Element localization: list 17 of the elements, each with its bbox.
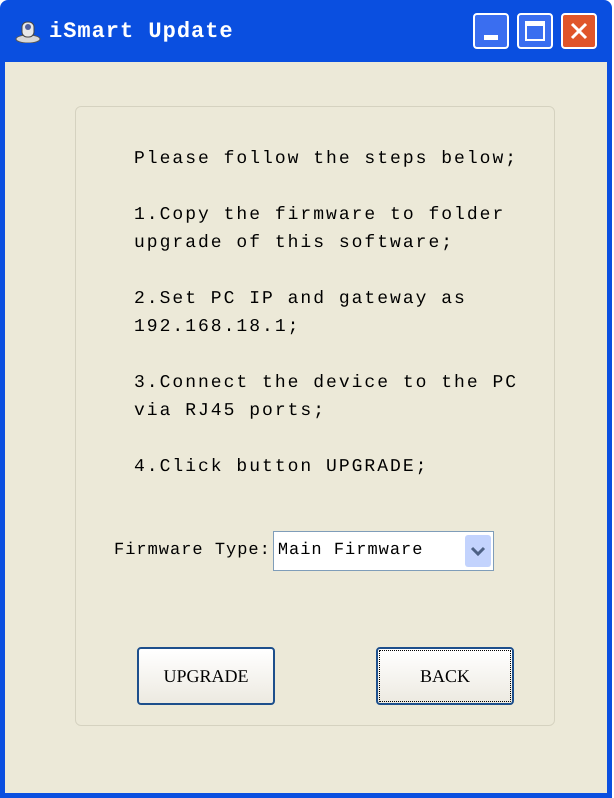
instruction-text: 2.Set PC IP and gateway as 192.168.18.1; <box>134 288 468 339</box>
firmware-type-label: Firmware Type: <box>114 540 271 562</box>
instruction-text: Please follow the steps below; <box>134 148 520 171</box>
instruction-text: 3.Connect the device to the PC via RJ45 ports; <box>134 372 520 423</box>
maximize-button[interactable] <box>517 13 553 49</box>
minimize-icon <box>484 35 498 40</box>
action-button[interactable]: UPGRADE <box>137 647 275 705</box>
instruction-text: 4.Click button UPGRADE; <box>134 456 430 479</box>
close-icon <box>570 22 588 40</box>
minimize-button[interactable] <box>473 13 509 49</box>
close-button[interactable] <box>561 13 597 49</box>
firmware-type-dropdown[interactable]: Main Firmware <box>272 531 494 571</box>
instruction-text: 1.Copy the firmware to folder upgrade of this software; <box>134 204 506 255</box>
maximize-icon <box>525 21 545 41</box>
window-title: iSmart Update <box>49 18 235 46</box>
action-button[interactable]: BACK <box>376 647 514 705</box>
camera-icon <box>15 19 41 43</box>
